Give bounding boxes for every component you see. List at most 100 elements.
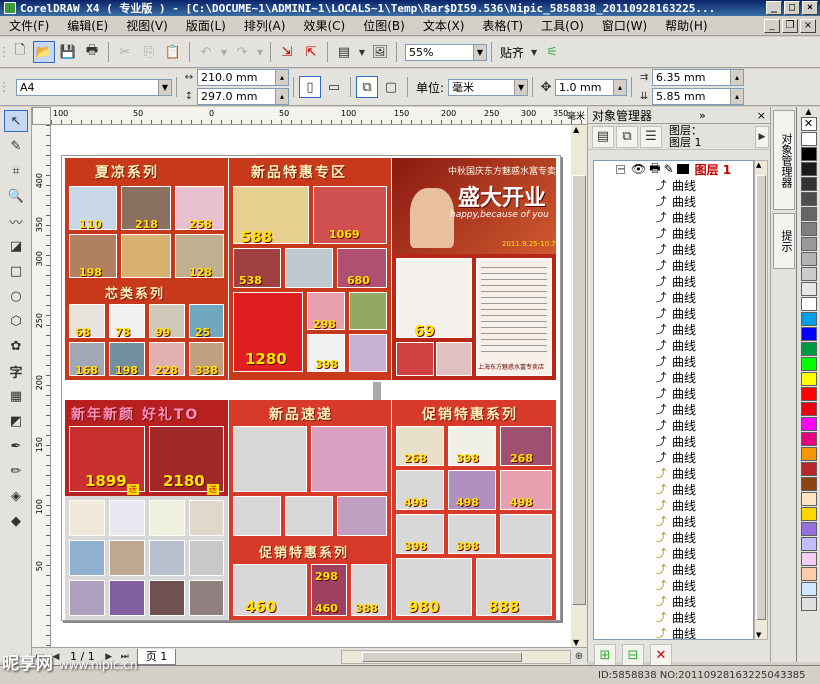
menu-table[interactable]: 表格(T) [473,17,532,34]
undo-icon[interactable]: ↶ [195,41,217,63]
scroll-thumb[interactable] [362,651,522,662]
close-button[interactable]: × [802,1,818,15]
chevron-down-icon[interactable]: ▼ [473,44,486,60]
menu-window[interactable]: 窗口(W) [593,17,656,34]
object-row[interactable]: ⤴ 曲线 [594,481,753,497]
spinner-icon[interactable]: ▴ [613,79,627,95]
toolbar-grip[interactable]: ⋮ [0,41,11,63]
duplicate-offset-x-field[interactable]: 6.35 mm ▴ [652,69,745,86]
color-swatch[interactable] [800,222,817,236]
object-row[interactable]: ⤴ 曲线 [594,609,753,625]
color-swatch[interactable] [800,447,817,461]
scroll-down-icon[interactable]: ▼ [756,631,761,639]
flyer-panel-grand-opening[interactable]: 中秋国庆东方魅惑水富专卖店 盛大开业 happy,because of you … [392,158,556,380]
color-swatch[interactable] [800,492,817,506]
palette-scroll-up-icon[interactable]: ▲ [797,107,820,116]
doc-restore-button[interactable]: ❐ [782,18,798,33]
redo-dropdown-icon[interactable]: ▼ [255,41,265,63]
interactive-blend-tool-icon[interactable]: ◩ [4,410,28,432]
menu-bitmaps[interactable]: 位图(B) [354,17,414,34]
object-row[interactable]: ⤴ 曲线 [594,545,753,561]
edit-across-layers-icon[interactable]: ⧉ [616,125,638,148]
nudge-distance-field[interactable]: 1.0 mm ▴ [555,78,628,96]
smart-fill-tool-icon[interactable]: ◪ [4,235,28,257]
collapse-docker-icon[interactable]: » [699,109,706,122]
ruler-origin[interactable] [32,107,51,125]
color-swatch[interactable] [800,402,817,416]
object-row[interactable]: ⤴ 曲线 [594,401,753,417]
object-row[interactable]: ⤴ 曲线 [594,449,753,465]
doc-minimize-button[interactable]: _ [764,18,780,33]
basic-shapes-tool-icon[interactable]: ✿ [4,335,28,357]
color-swatch[interactable] [800,282,817,296]
current-page-icon[interactable]: ▢ [380,76,402,98]
minimize-button[interactable]: _ [766,1,782,15]
color-swatch[interactable] [800,132,817,146]
snap-to-label[interactable]: 贴齐 [500,44,524,61]
import-icon[interactable]: ⇲ [276,41,298,63]
object-tree[interactable]: − 👁 🖶 ✎ 图层 1 ⤴ 曲线 ⤴ 曲线 ⤴ 曲线 ⤴ 曲线 ⤴ 曲线 ⤴ 曲线 ⤴ 曲线 ⤴ 曲线 ⤴ 曲线… [593,160,754,640]
outline-tool-icon[interactable]: ✏ [4,460,28,482]
scroll-up-icon[interactable]: ▲ [573,125,579,134]
menu-tools[interactable]: 工具(O) [532,17,593,34]
object-row[interactable]: ⤴ 曲线 [594,369,753,385]
application-launcher-icon[interactable]: ▤ [333,41,355,63]
no-color-swatch[interactable]: ✕ [800,117,817,131]
menu-help[interactable]: 帮助(H) [656,17,716,34]
color-swatch[interactable] [800,342,817,356]
edit-pencil-icon[interactable]: ✎ [664,162,674,176]
color-swatch[interactable] [800,537,817,551]
new-layer-icon[interactable]: ⊞ [594,644,616,666]
copy-icon[interactable]: ⎘ [138,41,160,63]
color-swatch[interactable] [800,567,817,581]
color-swatch[interactable] [800,252,817,266]
fill-tool-icon[interactable]: ◈ [4,485,28,507]
chevron-down-icon[interactable]: ▼ [514,79,528,95]
text-tool-icon[interactable]: 字 [4,360,28,382]
scroll-up-icon[interactable]: ▲ [756,161,761,169]
shape-tool-icon[interactable]: ✎ [4,135,28,157]
menu-edit[interactable]: 编辑(E) [58,17,117,34]
flyer-panel-gifts[interactable]: 新年新颜 好礼TO 1899 2180 送 送 [65,400,228,620]
color-swatch[interactable] [800,147,817,161]
color-swatch[interactable] [800,192,817,206]
object-row[interactable]: ⤴ 曲线 [594,465,753,481]
color-swatch[interactable] [800,357,817,371]
color-swatch[interactable] [800,312,817,326]
object-row[interactable]: ⤴ 曲线 [594,529,753,545]
visibility-eye-icon[interactable]: 👁 [631,162,646,176]
color-swatch[interactable] [800,372,817,386]
canvas-horizontal-scrollbar[interactable] [341,649,571,664]
duplicate-offset-y-field[interactable]: 5.85 mm ▴ [652,88,745,105]
color-swatch[interactable] [800,417,817,431]
object-row[interactable]: ⤴ 曲线 [594,177,753,193]
color-swatch[interactable] [800,522,817,536]
flyer-panel-new-products[interactable]: 新品特惠专区 588 1069 538 680 298 1280 398 [229,158,391,380]
cut-icon[interactable]: ✂ [114,41,136,63]
menu-view[interactable]: 视图(V) [117,17,177,34]
flyer-panel-summer[interactable]: 夏凉系列 110 218 258 198 128 芯类系列 68 78 99 2… [65,158,228,380]
color-swatch[interactable] [800,462,817,476]
page-tab[interactable]: 页 1 [136,648,177,665]
print-icon[interactable]: 🖶 [81,41,103,63]
page-height-field[interactable]: 297.0 mm ▴ [197,88,289,105]
vertical-ruler[interactable]: 400 350 300 250 200 150 100 50 [32,125,51,647]
object-row[interactable]: ⤴ 曲线 [594,433,753,449]
color-swatch[interactable] [800,237,817,251]
portrait-orientation-icon[interactable]: ▯ [299,76,321,98]
object-row[interactable]: ⤴ 曲线 [594,593,753,609]
snap-dropdown-icon[interactable]: ▼ [529,41,539,63]
undo-dropdown-icon[interactable]: ▼ [219,41,229,63]
menu-text[interactable]: 文本(X) [414,17,474,34]
paper-type-select[interactable]: A4 ▼ [16,78,172,96]
spinner-icon[interactable]: ▴ [730,70,744,85]
close-docker-icon[interactable]: × [757,109,766,122]
maximize-button[interactable]: □ [784,1,800,15]
coreldraw-app-icon[interactable] [4,2,16,14]
scroll-thumb[interactable] [572,175,586,605]
object-row[interactable]: ⤴ 曲线 [594,577,753,593]
zoom-tool-icon[interactable]: 🔍 [4,185,28,207]
rectangle-tool-icon[interactable]: □ [4,260,28,282]
color-swatch[interactable] [800,177,817,191]
color-swatch[interactable] [800,327,817,341]
